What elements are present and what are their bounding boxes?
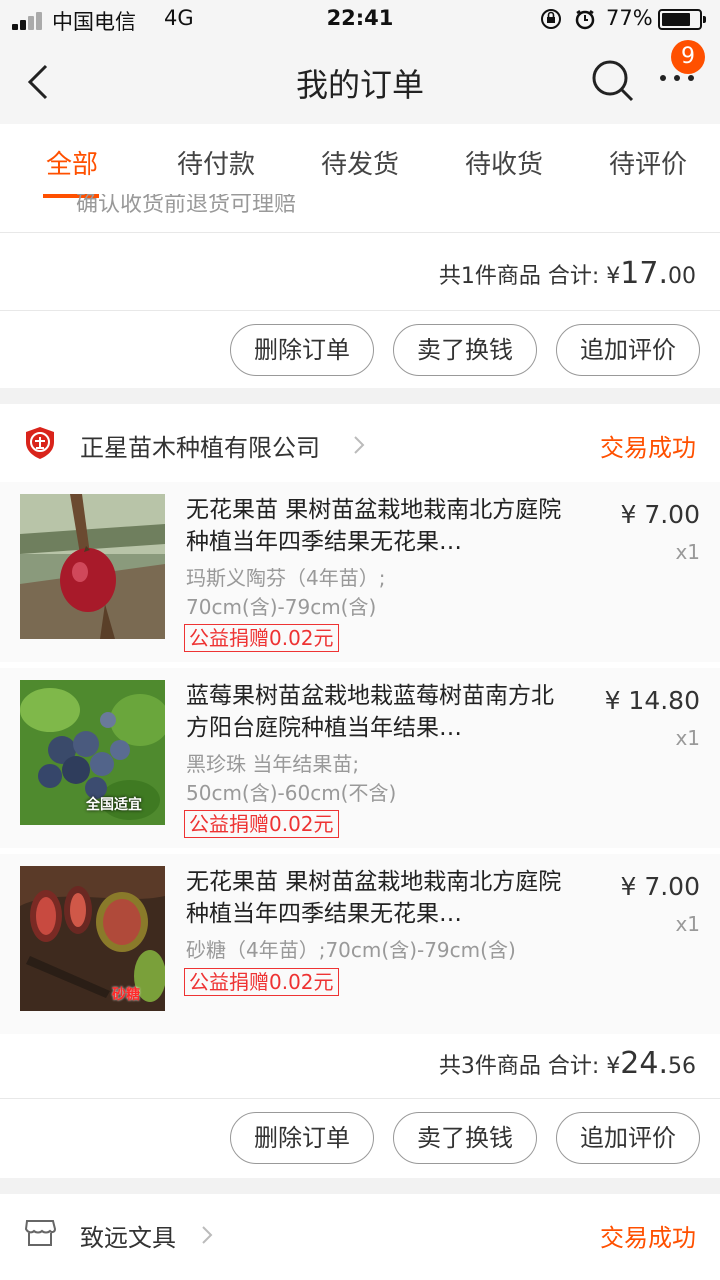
product-sku: 砂糖（4年苗）;70cm(含)-79cm(含) <box>186 936 586 965</box>
order-total-dec: 00 <box>668 264 696 289</box>
delete-order-button[interactable]: 删除订单 <box>230 1112 374 1164</box>
search-button[interactable] <box>590 58 636 108</box>
delete-order-button[interactable]: 删除订单 <box>230 324 374 376</box>
order-card: 致远文具 交易成功 <box>0 1194 720 1280</box>
product-name: 无花果苗 果树苗盆栽地栽南北方庭院种植当年四季结果无花果… <box>186 497 562 555</box>
lock-alarm-icon <box>541 9 595 30</box>
product-sku-line: 70cm(含)-79cm(含) <box>186 595 377 619</box>
battery-percent: 77% <box>606 6 653 30</box>
product-sku-line: 砂糖（4年苗）;70cm(含)-79cm(含) <box>186 938 516 962</box>
order-total-dec: 56 <box>668 1054 696 1079</box>
chevron-right-icon <box>354 436 365 454</box>
order-card: 正星苗木种植有限公司 交易成功 无花果苗 果树苗盆栽地栽南北方庭院种植当年四季结… <box>0 404 720 1178</box>
product-image <box>20 494 165 639</box>
order-item[interactable]: 全国适宜 蓝莓果树苗盆栽地栽蓝莓树苗南方北方阳台庭院种植当年结果… 黑珍珠 当年… <box>0 668 720 848</box>
product-image-caption: 全国适宜 <box>86 797 142 813</box>
store-icon <box>24 1220 56 1246</box>
product-sku: 玛斯义陶芬（4年苗）; 70cm(含)-79cm(含) <box>186 564 586 622</box>
search-icon <box>592 60 634 102</box>
charity-badge: 公益捐赠0.02元 <box>184 968 339 996</box>
product-price: ¥ 7.00 <box>620 872 700 901</box>
order-total-int: 17. <box>620 256 668 291</box>
product-qty: x1 <box>675 540 700 564</box>
order-tabs: 全部 待付款 待发货 待收货 待评价 <box>0 124 720 200</box>
order-total-int: 24. <box>620 1046 668 1081</box>
status-bar: 中国电信 4G 22:41 77% <box>0 0 720 40</box>
product-image: 砂糖 <box>20 866 165 1011</box>
tab-pending-receipt[interactable]: 待收货 <box>432 144 576 181</box>
nav-bar: 我的订单 9 <box>0 40 720 124</box>
product-qty: x1 <box>675 912 700 936</box>
order-total-label: 共1件商品 合计: ¥ <box>438 264 621 289</box>
product-sku-line: 50cm(含)-60cm(不含) <box>186 781 397 805</box>
shop-name: 正星苗木种植有限公司 <box>80 434 320 462</box>
order-status: 交易成功 <box>600 1224 696 1252</box>
battery-icon <box>658 9 706 30</box>
order-item[interactable]: 无花果苗 果树苗盆栽地栽南北方庭院种植当年四季结果无花果… 玛斯义陶芬（4年苗）… <box>0 482 720 662</box>
sell-button[interactable]: 卖了换钱 <box>393 1112 537 1164</box>
product-image-caption: 砂糖 <box>112 987 140 1003</box>
shop-name: 致远文具 <box>80 1224 176 1252</box>
order-item[interactable]: 砂糖 无花果苗 果树苗盆栽地栽南北方庭院种植当年四季结果无花果… 砂糖（4年苗）… <box>0 854 720 1034</box>
tab-pending-shipment[interactable]: 待发货 <box>288 144 432 181</box>
product-name: 无花果苗 果树苗盆栽地栽南北方庭院种植当年四季结果无花果… <box>186 869 562 927</box>
order-status: 交易成功 <box>600 434 696 462</box>
product-sku: 黑珍珠 当年结果苗; 50cm(含)-60cm(不含) <box>186 750 586 808</box>
order-total: 共3件商品 合计: ¥24.56 <box>439 1046 696 1081</box>
product-price: ¥ 7.00 <box>620 500 700 529</box>
sell-button[interactable]: 卖了换钱 <box>393 324 537 376</box>
product-qty: x1 <box>675 726 700 750</box>
order-total-label: 共3件商品 合计: ¥ <box>438 1054 621 1079</box>
product-sku-line: 黑珍珠 当年结果苗; <box>186 752 360 776</box>
order-card: 共1件商品 合计: ¥17.00 删除订单 卖了换钱 追加评价 <box>0 200 720 388</box>
tab-pending-payment[interactable]: 待付款 <box>144 144 288 181</box>
charity-badge: 公益捐赠0.02元 <box>184 810 339 838</box>
shop-logo-icon <box>26 427 54 459</box>
product-sku-line: 玛斯义陶芬（4年苗）; <box>186 566 386 590</box>
add-review-button[interactable]: 追加评价 <box>556 324 700 376</box>
tab-all[interactable]: 全部 <box>0 144 144 181</box>
status-icons <box>540 8 600 36</box>
product-image: 全国适宜 <box>20 680 165 825</box>
order-total: 共1件商品 合计: ¥17.00 <box>439 256 696 291</box>
product-price: ¥ 14.80 <box>604 686 700 715</box>
product-name: 蓝莓果树苗盆栽地栽蓝莓树苗南方北方阳台庭院种植当年结果… <box>186 683 554 741</box>
message-badge: 9 <box>671 40 705 74</box>
add-review-button[interactable]: 追加评价 <box>556 1112 700 1164</box>
tab-pending-review[interactable]: 待评价 <box>576 144 720 181</box>
charity-badge: 公益捐赠0.02元 <box>184 624 339 652</box>
chevron-right-icon <box>202 1226 213 1244</box>
